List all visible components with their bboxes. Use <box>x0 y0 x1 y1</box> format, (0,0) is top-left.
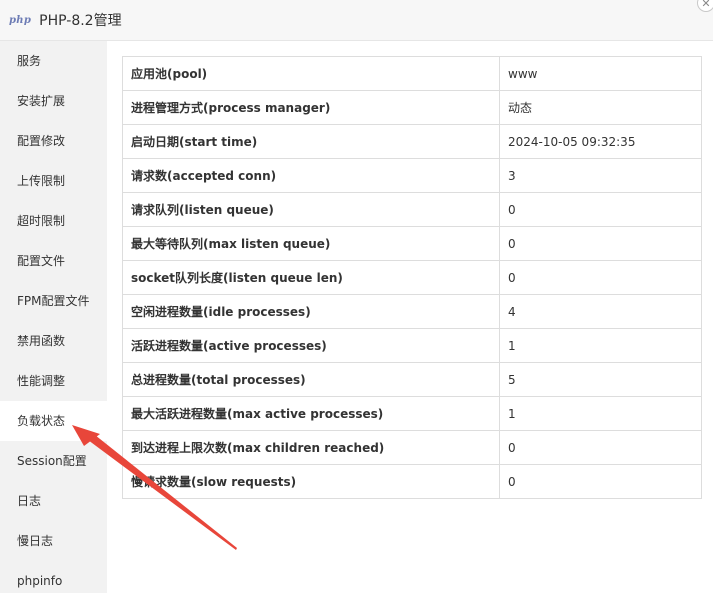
php-logo: php <box>9 14 32 26</box>
window-titlebar: php PHP-8.2管理 ✕ <box>0 0 713 41</box>
status-value: 动态 <box>499 90 702 125</box>
status-key: 请求队列(listen queue) <box>122 192 500 227</box>
sidebar-item[interactable]: phpinfo <box>0 561 107 593</box>
table-row: 应用池(pool) www <box>122 56 702 91</box>
status-key: 最大活跃进程数量(max active processes) <box>122 396 500 431</box>
status-value: 0 <box>499 464 702 499</box>
window-title: PHP-8.2管理 <box>39 13 122 29</box>
status-value: 2024-10-05 09:32:35 <box>499 124 702 159</box>
sidebar-item[interactable]: 慢日志 <box>0 521 107 561</box>
sidebar-item[interactable]: 禁用函数 <box>0 321 107 361</box>
table-row: 最大活跃进程数量(max active processes) 1 <box>122 396 702 431</box>
table-row: 总进程数量(total processes) 5 <box>122 362 702 397</box>
sidebar-item[interactable]: 配置文件 <box>0 241 107 281</box>
table-row: 慢请求数量(slow requests) 0 <box>122 464 702 499</box>
table-row: 进程管理方式(process manager) 动态 <box>122 90 702 125</box>
status-key: 空闲进程数量(idle processes) <box>122 294 500 329</box>
sidebar-item[interactable]: Session配置 <box>0 441 107 481</box>
status-key: 活跃进程数量(active processes) <box>122 328 500 363</box>
status-value: 1 <box>499 396 702 431</box>
status-value: 1 <box>499 328 702 363</box>
status-value: 0 <box>499 226 702 261</box>
sidebar-item[interactable]: 超时限制 <box>0 201 107 241</box>
table-row: socket队列长度(listen queue len) 0 <box>122 260 702 295</box>
main-content: 应用池(pool) www 进程管理方式(process manager) 动态 启动日… <box>122 56 702 499</box>
sidebar-item[interactable]: 负载状态 <box>0 401 107 441</box>
status-key: 请求数(accepted conn) <box>122 158 500 193</box>
table-row: 最大等待队列(max listen queue) 0 <box>122 226 702 261</box>
status-key: 慢请求数量(slow requests) <box>122 464 500 499</box>
status-value: 5 <box>499 362 702 397</box>
status-value: 0 <box>499 260 702 295</box>
sidebar-item[interactable]: FPM配置文件 <box>0 281 107 321</box>
status-key: 应用池(pool) <box>122 56 500 91</box>
status-key: socket队列长度(listen queue len) <box>122 260 500 295</box>
sidebar-item[interactable]: 性能调整 <box>0 361 107 401</box>
sidebar-item[interactable]: 安装扩展 <box>0 81 107 121</box>
sidebar-item[interactable]: 日志 <box>0 481 107 521</box>
table-row: 活跃进程数量(active processes) 1 <box>122 328 702 363</box>
sidebar-nav: 服务 安装扩展 配置修改 上传限制 超时限制 配置文件 FPM配置文件 禁用函数 性能调整 负载状… <box>0 41 107 593</box>
table-row: 请求队列(listen queue) 0 <box>122 192 702 227</box>
close-icon[interactable]: ✕ <box>697 0 713 12</box>
sidebar-item[interactable]: 配置修改 <box>0 121 107 161</box>
sidebar-item[interactable]: 服务 <box>0 41 107 81</box>
status-key: 进程管理方式(process manager) <box>122 90 500 125</box>
status-key: 启动日期(start time) <box>122 124 500 159</box>
status-value: 0 <box>499 192 702 227</box>
status-key: 总进程数量(total processes) <box>122 362 500 397</box>
status-value: 4 <box>499 294 702 329</box>
table-row: 到达进程上限次数(max children reached) 0 <box>122 430 702 465</box>
status-key: 最大等待队列(max listen queue) <box>122 226 500 261</box>
table-row: 启动日期(start time) 2024-10-05 09:32:35 <box>122 124 702 159</box>
status-value: 0 <box>499 430 702 465</box>
sidebar-item[interactable]: 上传限制 <box>0 161 107 201</box>
load-status-table: 应用池(pool) www 进程管理方式(process manager) 动态 启动日… <box>122 56 702 499</box>
table-row: 空闲进程数量(idle processes) 4 <box>122 294 702 329</box>
status-key: 到达进程上限次数(max children reached) <box>122 430 500 465</box>
table-row: 请求数(accepted conn) 3 <box>122 158 702 193</box>
status-value: www <box>499 56 702 91</box>
status-value: 3 <box>499 158 702 193</box>
